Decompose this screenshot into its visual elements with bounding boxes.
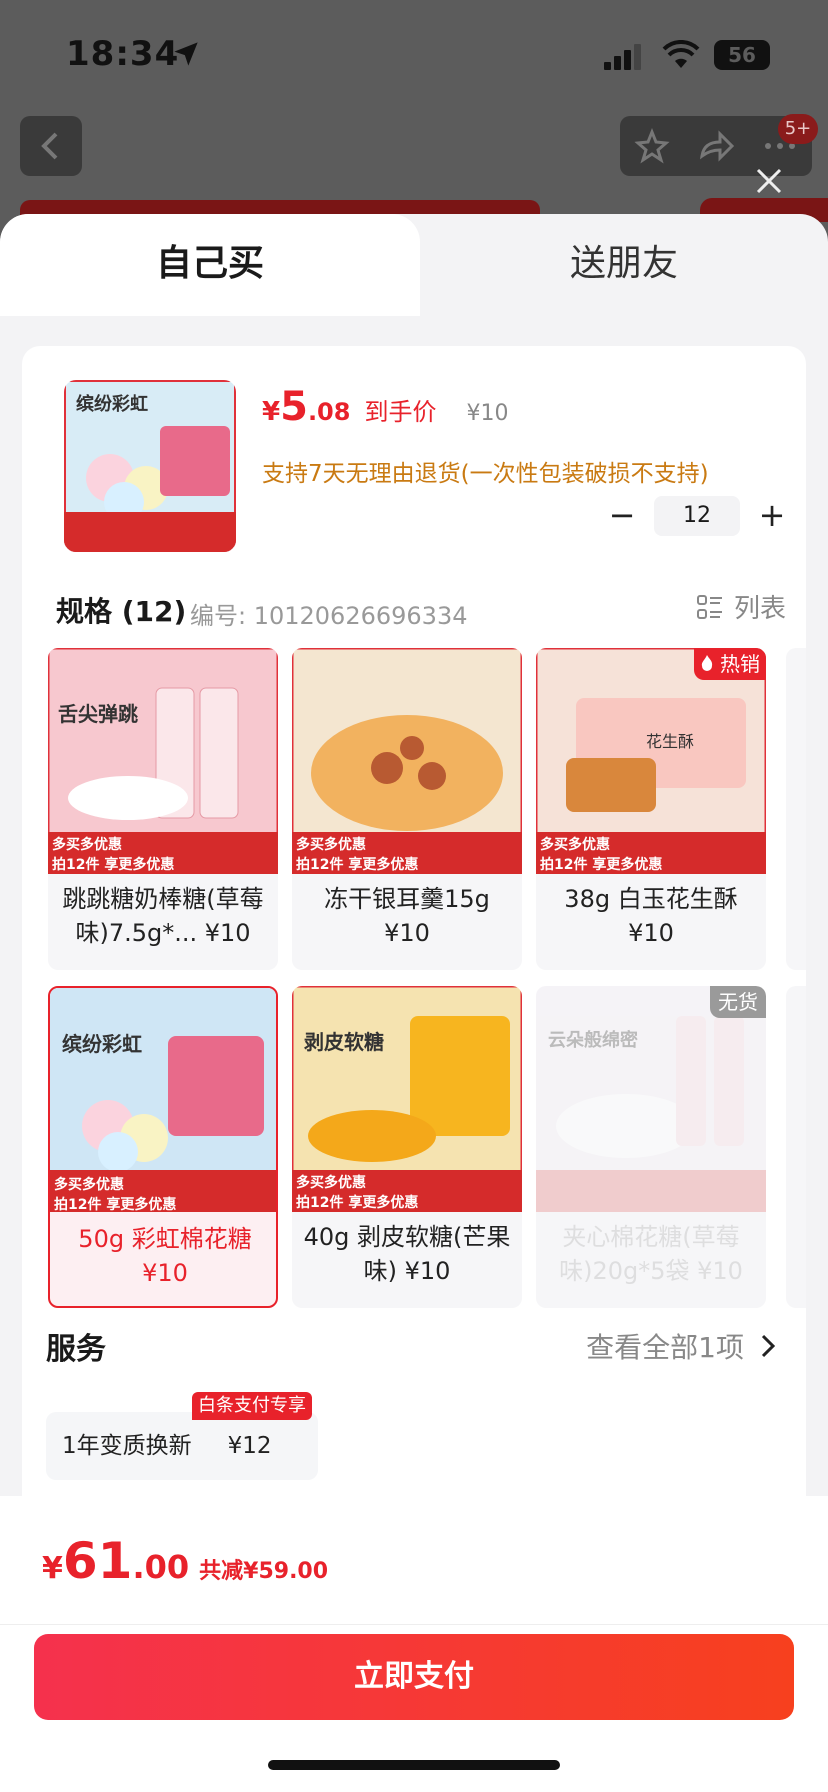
spec-option-peek[interactable] [786, 986, 806, 1308]
service-option[interactable]: 1年变质换新 ¥12 [46, 1412, 318, 1480]
spec-title: 规格 (12) [56, 595, 187, 628]
out-of-stock-badge: 无货 [710, 986, 766, 1018]
service-option-price: ¥12 [227, 1433, 272, 1459]
return-policy: 支持7天无理由退货(一次性包装破损不支持) [262, 461, 709, 487]
spec-label: 冻干银耳羹15g ¥10 [324, 885, 490, 947]
total-price: ¥ 61 .00 共减¥59.00 [42, 1532, 328, 1590]
product-thumb-text: 缤纷彩虹 [76, 394, 148, 415]
list-view-button[interactable]: 列表 [696, 588, 786, 625]
promo-text: 拍12件 享更多优惠 [296, 857, 419, 873]
service-view-all[interactable]: 查看全部1项 [586, 1326, 778, 1366]
spec-image [536, 986, 766, 1212]
flame-icon [701, 655, 712, 671]
spec-option-selected[interactable]: 缤纷彩虹 多买多优惠 拍12件 享更多优惠 50g 彩虹棉花糖 ¥10 [48, 986, 278, 1308]
spec-header: 规格 (12) 编号: 10120626696334 列表 [56, 584, 786, 634]
tab-buy-self[interactable]: 自己买 [0, 214, 420, 316]
spec-image-text: 缤纷彩虹 [62, 1032, 142, 1056]
spec-label: 40g 剥皮软糖(芒果味) ¥10 [303, 1223, 511, 1285]
back-button[interactable] [20, 116, 82, 176]
checkout-footer: ¥ 61 .00 共减¥59.00 立即支付 [0, 1496, 828, 1792]
increase-button[interactable]: + [752, 496, 792, 536]
message-count-badge: 5+ [778, 114, 818, 144]
location-arrow-icon [174, 42, 198, 66]
status-time: 18:34 [66, 34, 180, 74]
spec-option[interactable]: 多买多优惠 拍12件 享更多优惠 冻干银耳羹15g ¥10 [292, 648, 522, 970]
close-icon[interactable] [754, 166, 784, 196]
promo-text: 拍12件 享更多优惠 [54, 1197, 177, 1213]
service-view-all-label: 查看全部1项 [586, 1331, 744, 1364]
price-currency: ¥ [262, 397, 281, 427]
service-tag: 白条支付专享 [192, 1392, 312, 1420]
price-integer: 5 [280, 384, 308, 430]
spec-code: 编号: 10120626696334 [190, 602, 468, 630]
spec-option-out-of-stock[interactable]: 云朵般绵密 无货 夹心棉花糖(草莓味)20g*5袋 ¥10 [536, 986, 766, 1308]
product-thumbnail[interactable]: 缤纷彩虹 [64, 380, 236, 552]
price-row: ¥ 5 .08 到手价 ¥10 [262, 384, 508, 434]
original-price: ¥10 [466, 401, 509, 426]
purchase-sheet: 自己买 送朋友 缤纷彩虹 ¥ 5 .08 到手价 ¥10 支持7天无理由退货(一… [0, 214, 828, 1792]
quantity-stepper: − 12 + [602, 496, 792, 536]
spec-image-text: 舌尖弹跳 [58, 702, 138, 726]
sku-card: 缤纷彩虹 ¥ 5 .08 到手价 ¥10 支持7天无理由退货(一次性包装破损不支… [22, 346, 806, 1546]
signal-icon [604, 44, 641, 70]
chevron-right-icon [761, 1334, 776, 1358]
total-integer: 61 [62, 1532, 133, 1590]
promo-text: 多买多优惠 [54, 1177, 124, 1193]
promo-text: 拍12件 享更多优惠 [296, 1195, 419, 1211]
tab-send-friend[interactable]: 送朋友 [420, 214, 828, 316]
promo-text: 多买多优惠 [296, 837, 366, 853]
footer-divider [0, 1624, 828, 1625]
quantity-input[interactable]: 12 [654, 496, 740, 536]
price-decimal: .08 [307, 398, 351, 426]
promo-text: 多买多优惠 [296, 1175, 366, 1191]
spec-option-peek[interactable] [786, 648, 806, 970]
total-currency: ¥ [42, 1551, 63, 1586]
spec-option[interactable]: 花生酥 热销 多买多优惠 拍12件 享更多优惠 38g 白玉花生酥 ¥10 [536, 648, 766, 970]
status-bar: 18:34 56 [0, 0, 828, 100]
promo-text: 拍12件 享更多优惠 [540, 857, 663, 873]
pay-now-button[interactable]: 立即支付 [34, 1634, 794, 1720]
promo-text: 多买多优惠 [52, 837, 122, 853]
promo-text: 多买多优惠 [540, 837, 610, 853]
hot-sale-badge: 热销 [693, 648, 766, 680]
wifi-icon [662, 40, 700, 68]
spec-label: 夹心棉花糖(草莓味)20g*5袋 ¥10 [559, 1223, 743, 1285]
total-saved: 共减¥59.00 [199, 1559, 329, 1584]
spec-label: 50g 彩虹棉花糖 ¥10 [78, 1225, 252, 1287]
spec-image-text: 剥皮软糖 [304, 1030, 384, 1054]
chevron-left-icon [41, 132, 58, 160]
spec-image-text: 云朵般绵密 [548, 1030, 638, 1051]
list-icon [696, 594, 722, 619]
price-label: 到手价 [364, 398, 437, 426]
home-indicator [268, 1760, 560, 1770]
total-decimal: .00 [132, 1548, 190, 1586]
hot-sale-label: 热销 [720, 652, 760, 676]
service-option-name: 1年变质换新 [62, 1433, 192, 1459]
spec-label: 38g 白玉花生酥 ¥10 [564, 885, 738, 947]
service-title: 服务 [46, 1332, 106, 1367]
decrease-button[interactable]: − [602, 496, 642, 536]
spec-option[interactable]: 舌尖弹跳 多买多优惠 拍12件 享更多优惠 跳跳糖奶棒糖(草莓味)7.5g*..… [48, 648, 278, 970]
tab-bar: 自己买 送朋友 [0, 214, 828, 316]
spec-image-text: 花生酥 [646, 732, 695, 751]
spec-option[interactable]: 剥皮软糖 多买多优惠 拍12件 享更多优惠 40g 剥皮软糖(芒果味) ¥10 [292, 986, 522, 1308]
list-view-label: 列表 [733, 594, 786, 624]
promo-text: 拍12件 享更多优惠 [52, 857, 175, 873]
battery-icon: 56 [714, 40, 770, 70]
spec-label: 跳跳糖奶棒糖(草莓味)7.5g*... ¥10 [62, 885, 264, 947]
